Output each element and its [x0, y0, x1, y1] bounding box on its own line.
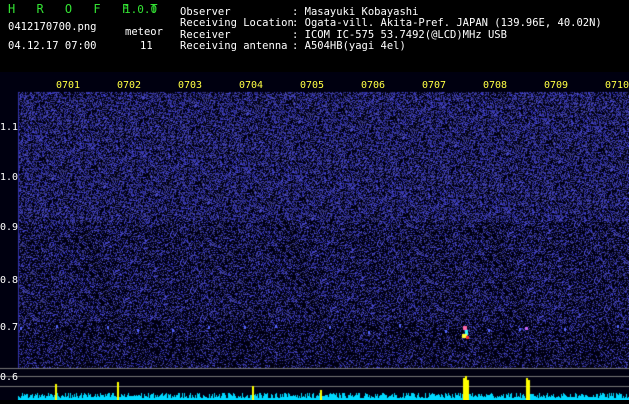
location-label: Receiving Location	[180, 17, 294, 29]
x-tick-label: 0701	[56, 80, 81, 91]
y-tick-label: 0.7	[0, 322, 19, 333]
meteor-label: meteor	[125, 26, 163, 38]
y-tick-label: 0.9	[0, 222, 19, 233]
spectrogram	[0, 72, 629, 400]
file-name: 0412170700.png	[8, 21, 97, 33]
meteor-count: 11	[140, 40, 153, 52]
antenna-label: Receiving antenna	[180, 40, 288, 52]
antenna-value: : A504HB(yagi 4el)	[292, 40, 406, 52]
y-tick-label: 1.0	[0, 172, 19, 183]
x-tick-label: 0703	[178, 80, 203, 91]
x-tick-label: 0707	[422, 80, 447, 91]
x-tick-label: 0706	[361, 80, 386, 91]
file-datetime: 04.12.17 07:00	[8, 40, 97, 52]
x-tick-label: 0708	[483, 80, 508, 91]
y-tick-label: 1.1	[0, 122, 19, 133]
location-value: : Ogata-vill. Akita-Pref. JAPAN (139.96E…	[292, 17, 602, 29]
x-tick-label: 0710	[605, 80, 629, 91]
y-tick-label: 0.8	[0, 275, 19, 286]
spectrogram-canvas	[0, 72, 629, 400]
x-tick-label: 0702	[117, 80, 142, 91]
x-tick-label: 0705	[300, 80, 325, 91]
x-tick-label: 0704	[239, 80, 264, 91]
y-tick-label: 0.6	[0, 372, 19, 383]
x-tick-label: 0709	[544, 80, 569, 91]
app-version: 1.0.0	[124, 3, 158, 16]
